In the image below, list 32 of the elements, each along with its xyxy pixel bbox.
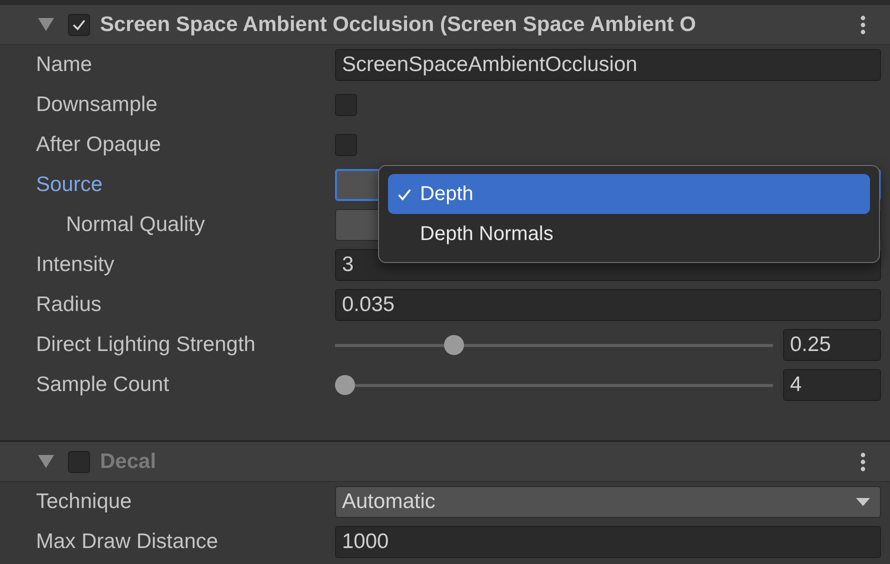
more-options-icon[interactable] xyxy=(860,14,866,34)
expand-triangle-icon[interactable] xyxy=(38,455,54,468)
caret-icon xyxy=(856,497,870,507)
text-field[interactable]: 1000 xyxy=(335,526,881,558)
checkmark-icon xyxy=(396,186,412,202)
slider-thumb[interactable] xyxy=(444,335,464,355)
expand-triangle-icon[interactable] xyxy=(38,18,54,31)
field-label: Downsample xyxy=(35,93,158,117)
checkbox[interactable] xyxy=(335,94,357,116)
field-label: Technique xyxy=(35,490,133,514)
text-field[interactable]: 0.035 xyxy=(335,289,881,321)
field-label: Max Draw Distance xyxy=(35,530,220,554)
slider-thumb[interactable] xyxy=(335,375,355,395)
section-title: Screen Space Ambient Occlusion (Screen Space Ambient O xyxy=(100,12,697,36)
enable-checkbox[interactable] xyxy=(68,14,90,36)
field-label: Source xyxy=(35,173,104,197)
number-field[interactable]: 4 xyxy=(783,369,881,401)
field-label: Name xyxy=(35,53,94,77)
field-label: Normal Quality xyxy=(65,213,206,237)
text-field[interactable]: ScreenSpaceAmbientOcclusion xyxy=(335,49,881,81)
enable-checkbox[interactable] xyxy=(68,450,90,472)
number-field[interactable]: 0.25 xyxy=(783,329,881,361)
dropdown[interactable]: Automatic xyxy=(335,486,881,518)
menu-option[interactable]: Depth xyxy=(388,174,870,214)
section-title: Decal xyxy=(100,450,158,474)
more-options-icon[interactable] xyxy=(860,452,866,472)
field-label: After Opaque xyxy=(35,133,162,157)
field-label: Radius xyxy=(35,293,102,317)
field-label: Direct Lighting Strength xyxy=(35,333,256,357)
checkbox[interactable] xyxy=(335,134,357,156)
field-label: Intensity xyxy=(35,253,116,277)
field-label: Sample Count xyxy=(35,373,170,397)
